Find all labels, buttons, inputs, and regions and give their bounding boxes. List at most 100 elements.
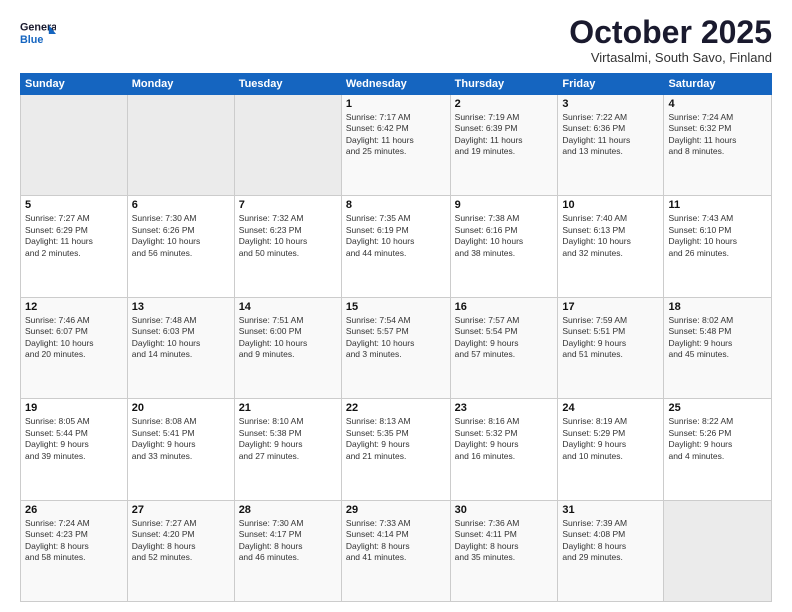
table-row bbox=[21, 95, 128, 196]
calendar-week-2: 5 Sunrise: 7:27 AM Sunset: 6:29 PM Daylig… bbox=[21, 196, 772, 297]
col-thursday: Thursday bbox=[450, 74, 558, 95]
table-row bbox=[664, 500, 772, 601]
cell-day-number: 10 bbox=[562, 199, 659, 211]
table-row: 27 Sunrise: 7:27 AM Sunset: 4:20 PM Dayli… bbox=[127, 500, 234, 601]
cell-day-number: 23 bbox=[455, 402, 554, 414]
cell-day-number: 27 bbox=[132, 504, 230, 516]
cell-info: Sunrise: 7:30 AM Sunset: 6:26 PM Dayligh… bbox=[132, 213, 230, 259]
cell-info: Sunrise: 7:24 AM Sunset: 4:23 PM Dayligh… bbox=[25, 518, 123, 564]
cell-day-number: 11 bbox=[668, 199, 767, 211]
cell-day-number: 24 bbox=[562, 402, 659, 414]
table-row: 25Sunrise: 8:22 AM Sunset: 5:26 PM Dayli… bbox=[664, 399, 772, 500]
table-row: 15Sunrise: 7:54 AM Sunset: 5:57 PM Dayli… bbox=[341, 297, 450, 398]
table-row: 4 Sunrise: 7:24 AM Sunset: 6:32 PM Daylig… bbox=[664, 95, 772, 196]
table-row: 2Sunrise: 7:19 AM Sunset: 6:39 PM Daylig… bbox=[450, 95, 558, 196]
cell-info: Sunrise: 7:17 AM Sunset: 6:42 PM Dayligh… bbox=[346, 112, 446, 158]
cell-day-number: 14 bbox=[239, 301, 337, 313]
cell-info: Sunrise: 7:32 AM Sunset: 6:23 PM Dayligh… bbox=[239, 213, 337, 259]
cell-day-number: 6 bbox=[132, 199, 230, 211]
page: GeneralBlue October 2025 Virtasalmi, Sou… bbox=[0, 0, 792, 612]
table-row: 19 Sunrise: 8:05 AM Sunset: 5:44 PM Dayli… bbox=[21, 399, 128, 500]
table-row: 13 Sunrise: 7:48 AM Sunset: 6:03 PM Dayli… bbox=[127, 297, 234, 398]
cell-info: Sunrise: 8:02 AM Sunset: 5:48 PM Dayligh… bbox=[668, 315, 767, 361]
cell-info: Sunrise: 7:22 AM Sunset: 6:36 PM Dayligh… bbox=[562, 112, 659, 158]
cell-info: Sunrise: 7:46 AM Sunset: 6:07 PM Dayligh… bbox=[25, 315, 123, 361]
table-row: 21 Sunrise: 8:10 AM Sunset: 5:38 PM Dayli… bbox=[234, 399, 341, 500]
table-row: 17Sunrise: 7:59 AM Sunset: 5:51 PM Dayli… bbox=[558, 297, 664, 398]
col-sunday: Sunday bbox=[21, 74, 128, 95]
cell-day-number: 12 bbox=[25, 301, 123, 313]
cell-day-number: 1 bbox=[346, 98, 446, 110]
cell-day-number: 15 bbox=[346, 301, 446, 313]
table-row: 10Sunrise: 7:40 AM Sunset: 6:13 PM Dayli… bbox=[558, 196, 664, 297]
table-row: 16Sunrise: 7:57 AM Sunset: 5:54 PM Dayli… bbox=[450, 297, 558, 398]
cell-day-number: 26 bbox=[25, 504, 123, 516]
cell-info: Sunrise: 8:22 AM Sunset: 5:26 PM Dayligh… bbox=[668, 416, 767, 462]
table-row: 24Sunrise: 8:19 AM Sunset: 5:29 PM Dayli… bbox=[558, 399, 664, 500]
svg-text:Blue: Blue bbox=[20, 34, 43, 46]
cell-day-number: 4 bbox=[668, 98, 767, 110]
cell-info: Sunrise: 7:36 AM Sunset: 4:11 PM Dayligh… bbox=[455, 518, 554, 564]
cell-info: Sunrise: 7:33 AM Sunset: 4:14 PM Dayligh… bbox=[346, 518, 446, 564]
calendar-week-4: 19 Sunrise: 8:05 AM Sunset: 5:44 PM Dayli… bbox=[21, 399, 772, 500]
cell-info: Sunrise: 7:43 AM Sunset: 6:10 PM Dayligh… bbox=[668, 213, 767, 259]
cell-info: Sunrise: 7:27 AM Sunset: 4:20 PM Dayligh… bbox=[132, 518, 230, 564]
col-saturday: Saturday bbox=[664, 74, 772, 95]
table-row: 18 Sunrise: 8:02 AM Sunset: 5:48 PM Dayli… bbox=[664, 297, 772, 398]
col-wednesday: Wednesday bbox=[341, 74, 450, 95]
cell-day-number: 3 bbox=[562, 98, 659, 110]
cell-day-number: 31 bbox=[562, 504, 659, 516]
table-row: 9 Sunrise: 7:38 AM Sunset: 6:16 PM Daylig… bbox=[450, 196, 558, 297]
col-friday: Friday bbox=[558, 74, 664, 95]
table-row bbox=[127, 95, 234, 196]
cell-day-number: 22 bbox=[346, 402, 446, 414]
table-row: 23 Sunrise: 8:16 AM Sunset: 5:32 PM Dayli… bbox=[450, 399, 558, 500]
cell-info: Sunrise: 8:05 AM Sunset: 5:44 PM Dayligh… bbox=[25, 416, 123, 462]
cell-day-number: 29 bbox=[346, 504, 446, 516]
cell-info: Sunrise: 7:27 AM Sunset: 6:29 PM Dayligh… bbox=[25, 213, 123, 259]
table-row: 30Sunrise: 7:36 AM Sunset: 4:11 PM Dayli… bbox=[450, 500, 558, 601]
cell-day-number: 13 bbox=[132, 301, 230, 313]
table-row: 14 Sunrise: 7:51 AM Sunset: 6:00 PM Dayli… bbox=[234, 297, 341, 398]
table-row: 3 Sunrise: 7:22 AM Sunset: 6:36 PM Daylig… bbox=[558, 95, 664, 196]
logo-icon: GeneralBlue bbox=[20, 16, 56, 52]
table-row bbox=[234, 95, 341, 196]
cell-info: Sunrise: 7:57 AM Sunset: 5:54 PM Dayligh… bbox=[455, 315, 554, 361]
cell-info: Sunrise: 7:38 AM Sunset: 6:16 PM Dayligh… bbox=[455, 213, 554, 259]
cell-info: Sunrise: 7:30 AM Sunset: 4:17 PM Dayligh… bbox=[239, 518, 337, 564]
cell-day-number: 18 bbox=[668, 301, 767, 313]
cell-info: Sunrise: 7:51 AM Sunset: 6:00 PM Dayligh… bbox=[239, 315, 337, 361]
cell-info: Sunrise: 8:16 AM Sunset: 5:32 PM Dayligh… bbox=[455, 416, 554, 462]
cell-info: Sunrise: 7:39 AM Sunset: 4:08 PM Dayligh… bbox=[562, 518, 659, 564]
calendar-table: Sunday Monday Tuesday Wednesday Thursday… bbox=[20, 73, 772, 602]
cell-info: Sunrise: 7:24 AM Sunset: 6:32 PM Dayligh… bbox=[668, 112, 767, 158]
month-title: October 2025 bbox=[569, 16, 772, 48]
calendar-week-3: 12 Sunrise: 7:46 AM Sunset: 6:07 PM Dayli… bbox=[21, 297, 772, 398]
cell-day-number: 19 bbox=[25, 402, 123, 414]
cell-info: Sunrise: 8:13 AM Sunset: 5:35 PM Dayligh… bbox=[346, 416, 446, 462]
header: GeneralBlue October 2025 Virtasalmi, Sou… bbox=[20, 16, 772, 65]
cell-day-number: 21 bbox=[239, 402, 337, 414]
col-monday: Monday bbox=[127, 74, 234, 95]
cell-day-number: 7 bbox=[239, 199, 337, 211]
cell-info: Sunrise: 8:10 AM Sunset: 5:38 PM Dayligh… bbox=[239, 416, 337, 462]
table-row: 11 Sunrise: 7:43 AM Sunset: 6:10 PM Dayli… bbox=[664, 196, 772, 297]
cell-day-number: 28 bbox=[239, 504, 337, 516]
cell-info: Sunrise: 7:48 AM Sunset: 6:03 PM Dayligh… bbox=[132, 315, 230, 361]
logo: GeneralBlue bbox=[20, 16, 56, 52]
col-tuesday: Tuesday bbox=[234, 74, 341, 95]
table-row: 26 Sunrise: 7:24 AM Sunset: 4:23 PM Dayli… bbox=[21, 500, 128, 601]
table-row: 20 Sunrise: 8:08 AM Sunset: 5:41 PM Dayli… bbox=[127, 399, 234, 500]
cell-day-number: 20 bbox=[132, 402, 230, 414]
cell-info: Sunrise: 7:35 AM Sunset: 6:19 PM Dayligh… bbox=[346, 213, 446, 259]
table-row: 6 Sunrise: 7:30 AM Sunset: 6:26 PM Daylig… bbox=[127, 196, 234, 297]
header-row: Sunday Monday Tuesday Wednesday Thursday… bbox=[21, 74, 772, 95]
table-row: 28 Sunrise: 7:30 AM Sunset: 4:17 PM Dayli… bbox=[234, 500, 341, 601]
calendar-week-5: 26 Sunrise: 7:24 AM Sunset: 4:23 PM Dayli… bbox=[21, 500, 772, 601]
cell-day-number: 9 bbox=[455, 199, 554, 211]
table-row: 7 Sunrise: 7:32 AM Sunset: 6:23 PM Daylig… bbox=[234, 196, 341, 297]
table-row: 1 Sunrise: 7:17 AM Sunset: 6:42 PM Daylig… bbox=[341, 95, 450, 196]
cell-info: Sunrise: 8:08 AM Sunset: 5:41 PM Dayligh… bbox=[132, 416, 230, 462]
cell-day-number: 5 bbox=[25, 199, 123, 211]
cell-day-number: 17 bbox=[562, 301, 659, 313]
